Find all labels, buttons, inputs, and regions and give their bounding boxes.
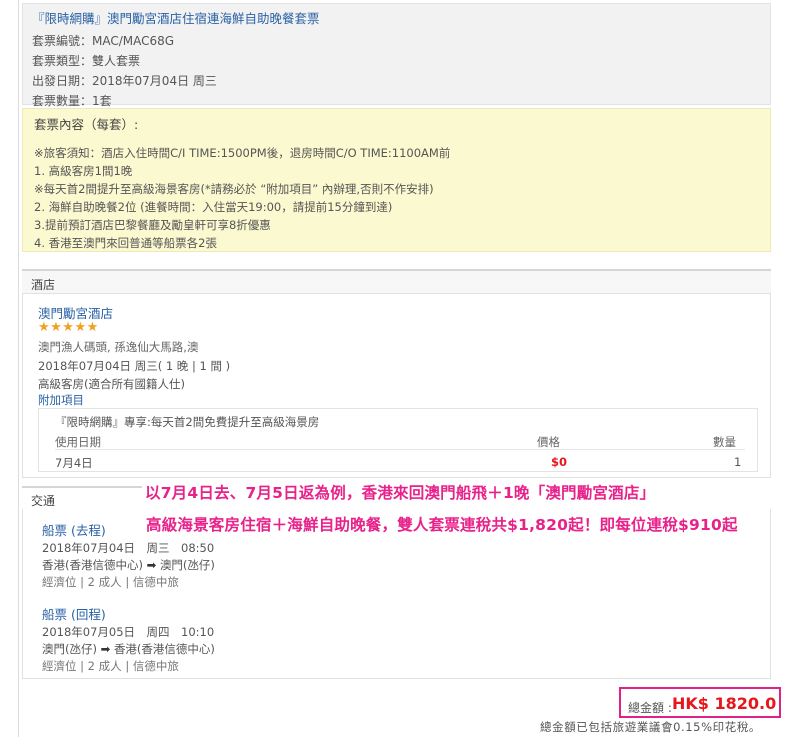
total-amount: HK$ 1820.0 bbox=[672, 694, 777, 713]
route-to: 香港(香港信德中心) bbox=[113, 642, 215, 656]
package-title[interactable]: 『限時網購』澳門勵宮酒店住宿連海鮮自助晚餐套票 bbox=[32, 10, 770, 28]
addon-qty: 1 bbox=[734, 455, 742, 469]
route-to: 澳門(氹仔) bbox=[159, 558, 215, 572]
hotel-address: 澳門漁人碼頭, 孫逸仙大馬路,澳 bbox=[38, 340, 199, 354]
return-datetime: 2018年07月05日 周四 10:10 bbox=[42, 625, 215, 639]
outbound-route: 香港(香港信德中心) ➡ 澳門(氹仔) bbox=[42, 557, 215, 573]
outbound-details: 經濟位 | 2 成人 | 信德中旅 bbox=[42, 575, 179, 589]
addon-link[interactable]: 附加項目 bbox=[38, 392, 84, 408]
arrow-right-icon: ➡ bbox=[100, 642, 111, 656]
return-ticket-link[interactable]: 船票 (回程) bbox=[42, 604, 106, 623]
star-rating: ★★★★★ bbox=[38, 320, 99, 335]
transport-section-header: 交通 bbox=[22, 486, 142, 509]
contents-line: 4. 香港至澳門來回普通等船票各2張 bbox=[34, 236, 217, 250]
package-type: 套票類型：雙人套票 bbox=[32, 54, 141, 68]
contents-line: 2. 海鮮自助晚餐2位 (進餐時間：入住當天19:00，請提前15分鐘到達) bbox=[34, 200, 393, 214]
hotel-section-header: 酒店 bbox=[22, 269, 771, 294]
addon-col-date: 使用日期 bbox=[55, 435, 101, 449]
contents-line: ※旅客須知：酒店入住時間C/I TIME:1500PM後，退房時間C/O TIM… bbox=[34, 146, 451, 160]
promo-line-1: 以7月4日去、7月5日返為例，香港來回澳門船飛＋1晚「澳門勵宮酒店」 bbox=[145, 484, 656, 502]
outbound-datetime: 2018年07月04日 周三 08:50 bbox=[42, 541, 215, 555]
contents-line: 3.提前預訂酒店巴黎餐廳及勵皇軒可享8折優惠 bbox=[34, 218, 271, 232]
arrow-right-icon: ➡ bbox=[146, 558, 157, 572]
total-amount-box: 總金額 : HK$ 1820.0 bbox=[619, 687, 781, 718]
hotel-room-type: 高級客房(適合所有國籍人仕) bbox=[38, 377, 185, 391]
package-contents: 套票內容（每套）: ※旅客須知：酒店入住時間C/I TIME:1500PM後，退… bbox=[22, 108, 771, 252]
addon-price: $0 bbox=[551, 455, 568, 469]
addon-box: 『限時網購』專享:每天首2間免費提升至高級海景房 使用日期 價格 數量 7月4日… bbox=[38, 408, 758, 472]
package-code: 套票編號：MAC/MAC68G bbox=[32, 34, 175, 48]
return-details: 經濟位 | 2 成人 | 信德中旅 bbox=[42, 659, 179, 673]
contents-line: 1. 高級客房1間1晚 bbox=[34, 164, 133, 178]
hotel-section: 澳門勵宮酒店 ★★★★★ 澳門漁人碼頭, 孫逸仙大馬路,澳 2018年07月04… bbox=[22, 294, 771, 478]
addon-divider bbox=[55, 449, 745, 450]
package-summary: 『限時網購』澳門勵宮酒店住宿連海鮮自助晚餐套票 套票編號：MAC/MAC68G … bbox=[22, 3, 771, 108]
addon-date: 7月4日 bbox=[55, 456, 93, 470]
page-frame-border bbox=[18, 0, 19, 737]
package-departure: 出發日期：2018年07月04日 周三 bbox=[32, 74, 217, 88]
route-from: 香港(香港信德中心) bbox=[42, 558, 143, 572]
addon-title: 『限時網購』專享:每天首2間免費提升至高級海景房 bbox=[55, 415, 320, 429]
addon-col-qty: 數量 bbox=[713, 435, 736, 449]
contents-heading: 套票內容（每套）: bbox=[34, 117, 139, 132]
outbound-ticket-link[interactable]: 船票 (去程) bbox=[42, 520, 106, 539]
total-label: 總金額 : bbox=[628, 701, 672, 715]
promo-line-2: 高級海景客房住宿＋海鮮自助晚餐，雙人套票連稅共$1,820起！即每位連稅$910… bbox=[146, 516, 738, 534]
total-note: 總金額已包括旅遊業議會0.15%印花稅。 bbox=[540, 720, 762, 734]
route-from: 澳門(氹仔) bbox=[42, 642, 97, 656]
return-route: 澳門(氹仔) ➡ 香港(香港信德中心) bbox=[42, 641, 215, 657]
addon-col-price: 價格 bbox=[537, 435, 560, 449]
hotel-stay-dates: 2018年07月04日 周三( 1 晚 | 1 間 ) bbox=[38, 359, 231, 373]
contents-line: ※每天首2間提升至高級海景客房(*請務必於 “附加項目” 內辦理,否則不作安排) bbox=[34, 182, 434, 196]
